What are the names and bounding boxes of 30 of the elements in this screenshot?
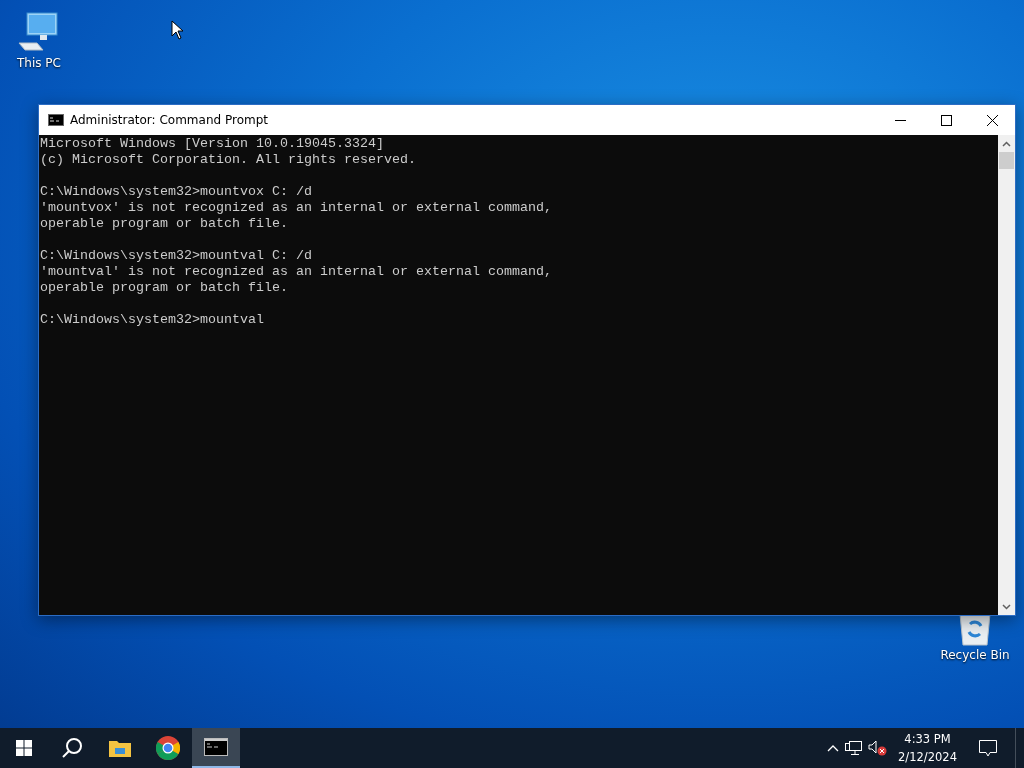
terminal-icon[interactable] xyxy=(204,738,228,756)
window-title: Administrator: Command Prompt xyxy=(70,113,269,127)
folder-icon[interactable] xyxy=(109,739,131,757)
desktop-icon-label[interactable]: Recycle Bin xyxy=(940,648,1010,662)
taskbar-button[interactable] xyxy=(192,728,240,768)
mouse-pointer-icon xyxy=(171,20,184,40)
console-line: operable program or batch file. xyxy=(40,280,289,296)
maximize-icon xyxy=(940,114,952,126)
console-line: operable program or batch file. xyxy=(40,216,289,232)
speaker-muted-icon[interactable] xyxy=(868,740,889,756)
computer-icon xyxy=(17,10,61,54)
console-line: (c) Microsoft Corporation. All rights reserved. xyxy=(40,152,417,168)
clock-time[interactable]: 4:33 PM xyxy=(904,730,951,748)
close-icon xyxy=(986,114,998,126)
chevron-up-icon[interactable] xyxy=(827,744,840,752)
desktop-icon-label[interactable]: This PC xyxy=(17,56,61,70)
scrollbar[interactable] xyxy=(998,135,1015,615)
notification-icon[interactable] xyxy=(979,739,997,757)
console-line: C:\Windows\system32>mountval C: /d xyxy=(40,248,313,264)
console-line: 'mountval' is not recognized as an internal or external command, xyxy=(40,264,553,280)
console-line: Microsoft Windows [Version 10.0.19045.3324] xyxy=(40,136,385,152)
chrome-logo-icon[interactable] xyxy=(156,736,180,760)
network-icon[interactable] xyxy=(845,740,863,756)
console-line: C:\Windows\system32>mountval xyxy=(40,312,265,328)
search-icon[interactable] xyxy=(61,737,83,759)
terminal-icon xyxy=(48,114,64,126)
clock-date[interactable]: 2/12/2024 xyxy=(898,748,957,766)
console-line: 'mountvox' is not recognized as an internal or external command, xyxy=(40,200,553,216)
scrollbar-thumb[interactable] xyxy=(999,152,1014,169)
console-line: C:\Windows\system32>mountvox C: /d xyxy=(40,184,313,200)
